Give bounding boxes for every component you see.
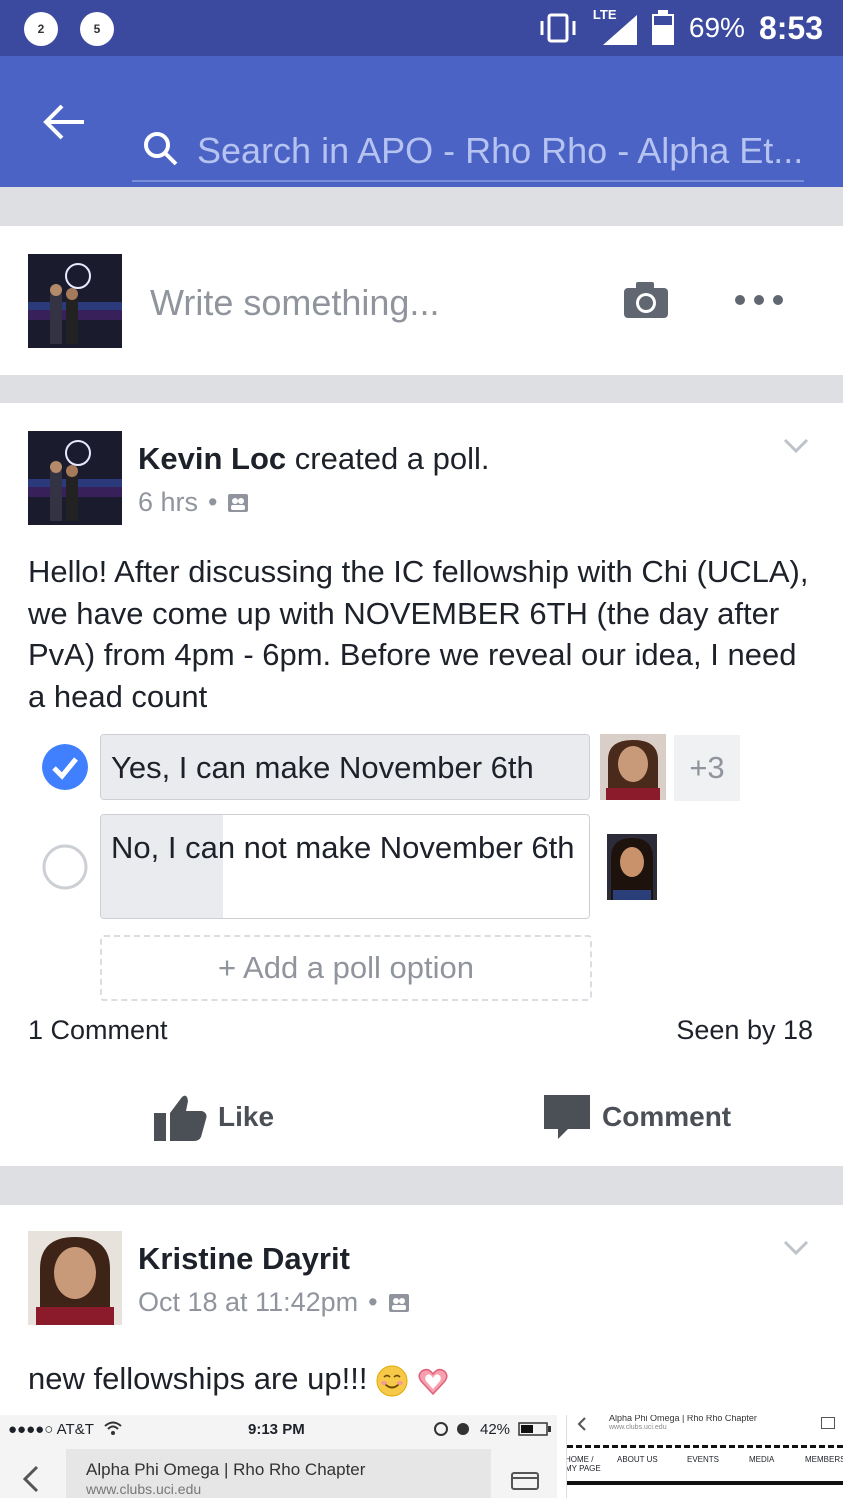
avatar [28, 254, 122, 348]
embedded-nav: HOME / MY PAGE ABOUT US EVENTS MEDIA MEM… [567, 1447, 843, 1497]
tabs-icon [511, 1472, 539, 1490]
chevron-down-icon[interactable] [783, 1239, 809, 1257]
comment-bubble-icon [544, 1095, 590, 1139]
voter-avatar[interactable] [600, 734, 666, 800]
notification-icon: 2 [24, 12, 58, 46]
embedded-status-bar: ●●●●○ AT&T 9:13 PM 42% [0, 1415, 557, 1445]
post-text: new fellowships are up!!! [28, 1361, 368, 1396]
chevron-left-icon [577, 1417, 586, 1431]
poll-checkbox-checked-icon[interactable] [42, 744, 88, 790]
author-name[interactable]: Kevin Loc [138, 441, 286, 476]
battery-icon [651, 10, 674, 45]
post-header: Kristine Dayrit [138, 1241, 350, 1277]
app-header: Search in APO - Rho Rho - Alpha Et... [0, 56, 843, 187]
back-arrow-icon[interactable] [40, 102, 88, 142]
meta-separator: • [368, 1287, 378, 1317]
post-body: Hello! After discussing the IC fellowshi… [28, 554, 809, 714]
embedded-nav-item: EVENTS [687, 1455, 720, 1464]
more-options-icon[interactable] [734, 294, 784, 306]
embedded-header: Alpha Phi Omega | Rho Rho Chapter [609, 1415, 757, 1423]
status-bar: 2 5 LTE 69% 8:53 [0, 0, 843, 56]
group-privacy-icon [228, 493, 249, 512]
post-action: created a poll. [294, 441, 490, 476]
poll-post: Kevin Loc created a poll. 6 hrs • Hello!… [0, 403, 843, 1166]
post-time[interactable]: Oct 18 at 11:42pm [138, 1287, 358, 1318]
voter-avatar[interactable] [607, 834, 657, 900]
post-meta: 6 hrs • [138, 487, 249, 518]
status-right: LTE 69% 8:53 [537, 7, 823, 48]
poll-option-no[interactable]: No, I can not make November 6th [100, 814, 590, 919]
battery-level: 69% [688, 12, 745, 43]
tabs-icon [821, 1417, 835, 1429]
notification-icon: 5 [80, 12, 114, 46]
author-avatar[interactable] [28, 1231, 122, 1325]
lock-alarm-icon [434, 1422, 469, 1436]
embedded-nav-item: MEMBERS [805, 1455, 843, 1464]
embedded-url: www.clubs.uci.edu [86, 1481, 202, 1497]
group-privacy-icon [388, 1293, 409, 1312]
signal-icon: LTE [593, 7, 637, 45]
embedded-divider [567, 1481, 843, 1485]
like-button[interactable]: Like [154, 1093, 274, 1141]
attachment-photo[interactable]: ●●●●○ AT&T 9:13 PM 42% Alpha Phi Omega |… [0, 1415, 557, 1498]
meta-separator: • [208, 487, 218, 517]
growing-heart-emoji-icon [418, 1368, 448, 1395]
post-header: Kevin Loc created a poll. [138, 441, 490, 477]
embedded-nav-item: HOME / MY PAGE [566, 1455, 601, 1473]
embedded-nav-item: MEDIA [749, 1455, 775, 1464]
embedded-page-title: Alpha Phi Omega | Rho Rho Chapter [86, 1460, 366, 1479]
composer: Write something... [0, 226, 843, 375]
vibrate-icon [540, 13, 576, 43]
notification-count: 2 [37, 22, 45, 36]
poll-checkbox-icon[interactable] [42, 844, 88, 890]
attachment-photo[interactable]: Alpha Phi Omega | Rho Rho Chapter www.cl… [566, 1415, 843, 1498]
write-something-input[interactable]: Write something... [150, 282, 439, 324]
more-voters-badge[interactable]: +3 [674, 735, 740, 801]
clock: 8:53 [758, 9, 823, 46]
post-meta: Oct 18 at 11:42pm • [138, 1287, 410, 1318]
embedded-url: www.clubs.uci.edu [609, 1424, 667, 1431]
add-poll-option-button[interactable]: + Add a poll option [100, 935, 592, 1001]
embedded-carrier: ●●●●○ AT&T [8, 1421, 94, 1438]
embedded-url-bar: Alpha Phi Omega | Rho Rho Chapter www.cl… [66, 1449, 491, 1498]
search-placeholder: Search in APO - Rho Rho - Alpha Et... [197, 130, 804, 171]
thumbs-up-icon [154, 1095, 207, 1141]
wifi-icon [104, 1421, 122, 1435]
comment-button[interactable]: Comment [542, 1093, 731, 1141]
post-time[interactable]: 6 hrs [138, 487, 198, 518]
embedded-nav-item: ABOUT US [617, 1455, 658, 1464]
like-label: Like [218, 1101, 275, 1132]
notification-count: 5 [93, 22, 101, 36]
search-input[interactable]: Search in APO - Rho Rho - Alpha Et... [132, 88, 804, 182]
poll-option-yes[interactable]: Yes, I can make November 6th [100, 734, 590, 800]
poll-option-label: Yes, I can make November 6th [111, 750, 534, 785]
embedded-time: 9:13 PM [248, 1421, 305, 1438]
comment-label: Comment [602, 1101, 732, 1132]
author-avatar[interactable] [28, 431, 122, 525]
post-body: new fellowships are up!!! [28, 1361, 449, 1397]
smiling-face-emoji-icon [376, 1365, 408, 1397]
camera-icon[interactable] [622, 280, 670, 320]
chevron-left-icon [22, 1465, 39, 1493]
chevron-down-icon[interactable] [783, 437, 809, 455]
author-name[interactable]: Kristine Dayrit [138, 1241, 350, 1276]
seen-by-count[interactable]: Seen by 18 [676, 1015, 813, 1046]
embedded-battery: 42% [480, 1421, 511, 1438]
poll-option-label: No, I can not make November 6th [111, 830, 575, 865]
search-icon [144, 132, 178, 166]
comment-count[interactable]: 1 Comment [28, 1015, 168, 1046]
battery-icon [518, 1422, 551, 1436]
